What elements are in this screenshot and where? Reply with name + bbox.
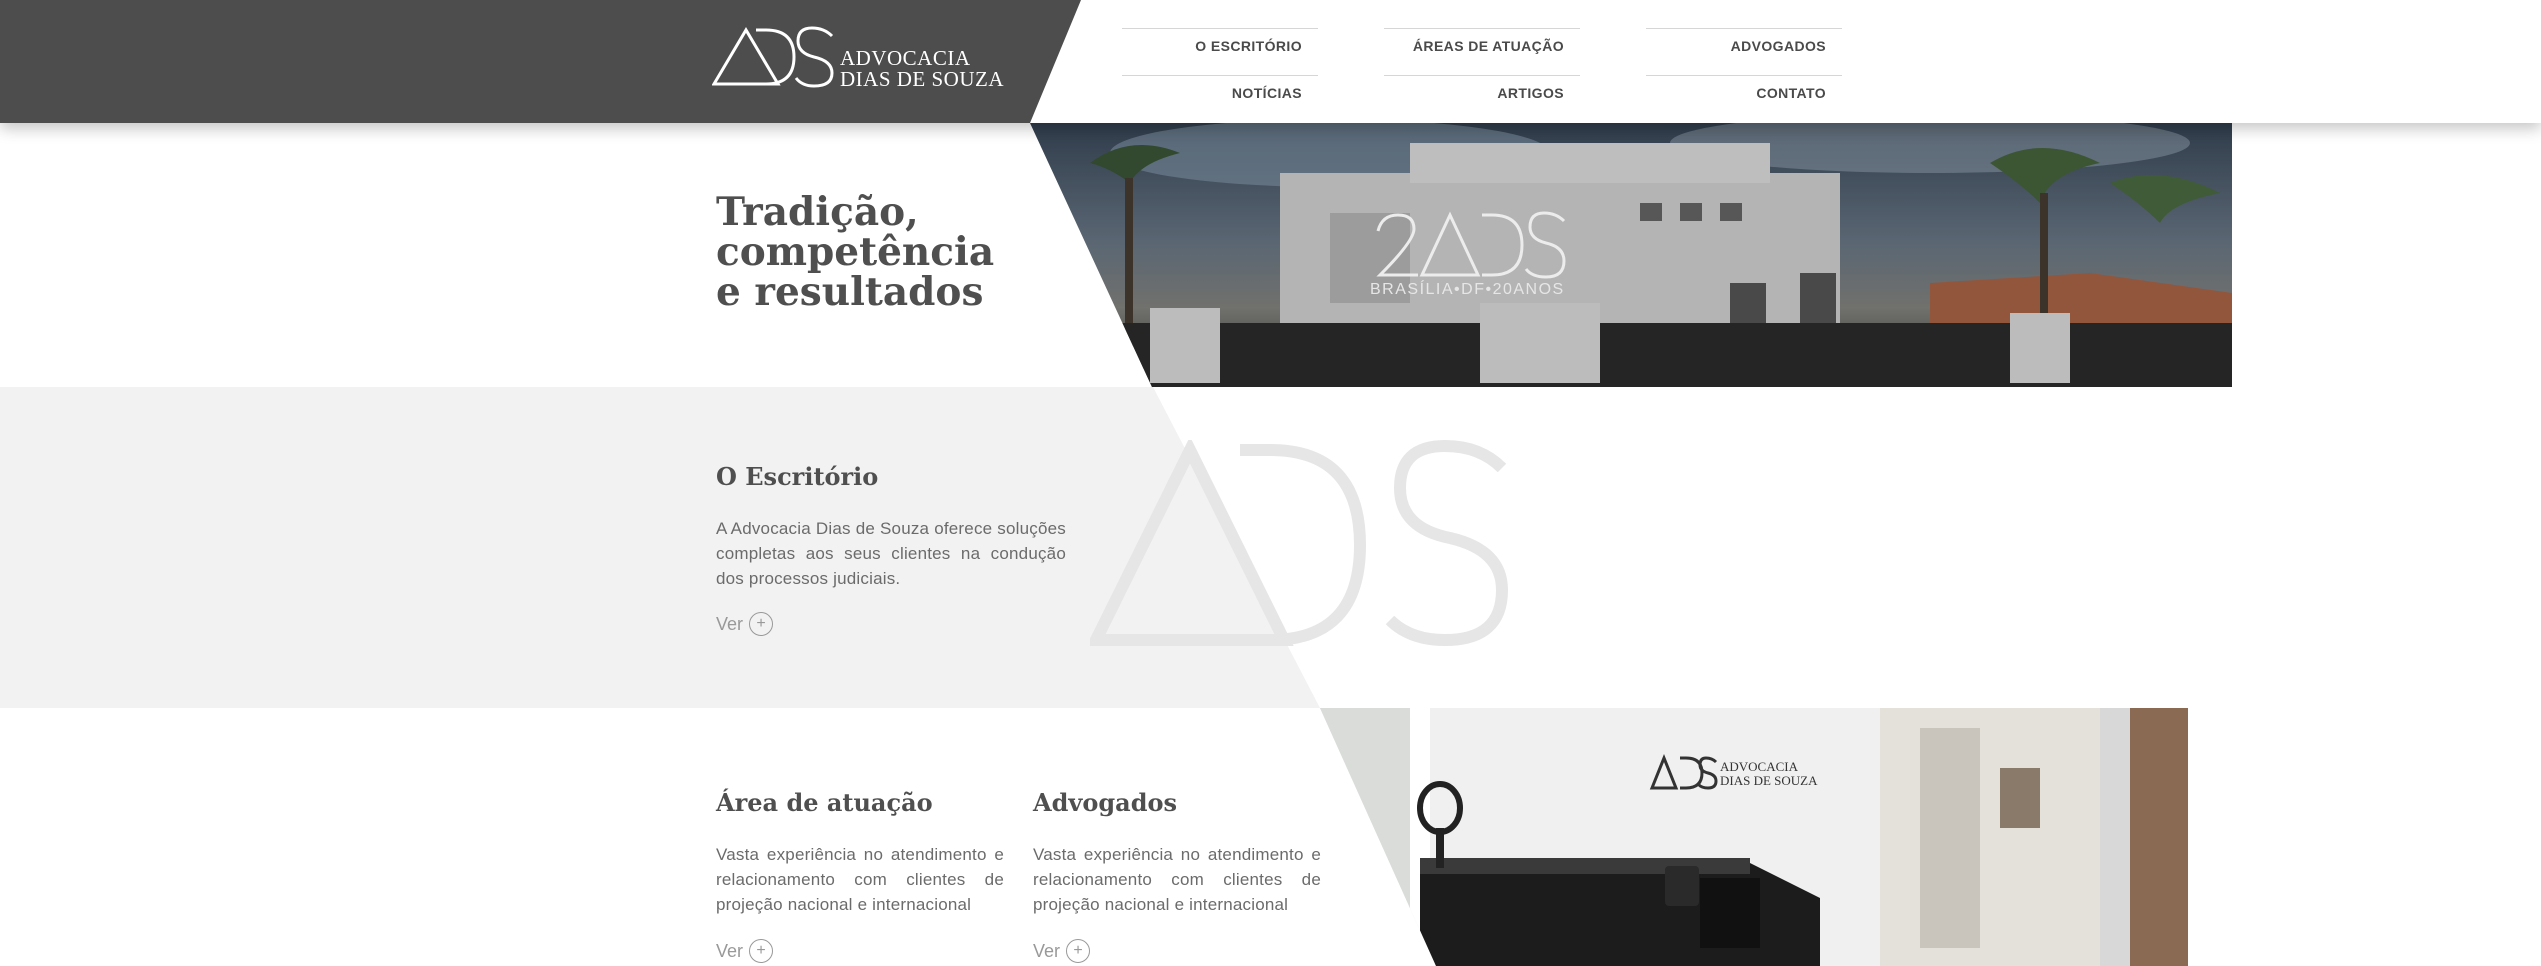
plus-circle-icon: + [1066, 939, 1091, 963]
reception-illustration [1320, 708, 2188, 966]
hero-title-line-1: Tradição, [716, 189, 919, 235]
advogados-text: Vasta experiência no atendimento e relac… [1033, 845, 1321, 914]
nav-o-escritorio[interactable]: O ESCRITÓRIO [1122, 28, 1318, 72]
escritorio-title: O Escritório [716, 462, 879, 491]
areas-ver-label: Ver [716, 940, 744, 961]
escritorio-ver-label: Ver [716, 613, 744, 634]
advogados-ver-link[interactable]: Ver + [1033, 939, 1091, 963]
escritorio-ver-link[interactable]: Ver + [716, 612, 774, 636]
nav-noticias[interactable]: NOTÍCIAS [1122, 75, 1318, 119]
hero-title-line-2: competência [716, 229, 995, 275]
hero-title-line-3: e resultados [716, 269, 984, 315]
nav-contato[interactable]: CONTATO [1646, 75, 1842, 119]
areas-title: Área de atuação [716, 788, 933, 817]
logo-text: ADVOCACIA DIAS DE SOUZA [840, 48, 1004, 90]
escritorio-text: A Advocacia Dias de Souza oferece soluçõ… [716, 519, 1066, 588]
reception-sign-line-2: DIAS DE SOUZA [1720, 773, 1818, 788]
logo-line-1: ADVOCACIA [840, 46, 971, 70]
site-header: ADVOCACIA DIAS DE SOUZA O ESCRITÓRIO ÁRE… [0, 0, 2541, 123]
plus-circle-icon: + [749, 612, 774, 636]
advogados-ver-label: Ver [1033, 940, 1061, 961]
logo-line-2: DIAS DE SOUZA [840, 67, 1004, 91]
site-logo[interactable]: ADVOCACIA DIAS DE SOUZA [712, 26, 1004, 96]
reception-sign-text: ADVOCACIA DIAS DE SOUZA [1720, 760, 1818, 788]
ads-watermark-logo [1090, 440, 1509, 646]
building-illustration [1030, 123, 2232, 387]
hero-badge-subtitle: BRASÍLIA•DF•20ANOS [1370, 281, 1565, 298]
nav-artigos[interactable]: ARTIGOS [1384, 75, 1580, 119]
ads-logo-mark [712, 26, 834, 88]
hero-building-photo: BRASÍLIA•DF•20ANOS [1030, 123, 2232, 387]
advogados-title: Advogados [1033, 788, 1177, 817]
reception-sign-line-1: ADVOCACIA [1720, 759, 1798, 774]
areas-ver-link[interactable]: Ver + [716, 939, 774, 963]
nav-areas-de-atuacao[interactable]: ÁREAS DE ATUAÇÃO [1384, 28, 1580, 72]
hero-title: Tradição, competência e resultados [716, 192, 994, 312]
reception-photo: ADVOCACIA DIAS DE SOUZA [1320, 708, 2188, 966]
plus-circle-icon: + [749, 939, 774, 963]
areas-text: Vasta experiência no atendimento e relac… [716, 845, 1004, 914]
main-nav: O ESCRITÓRIO ÁREAS DE ATUAÇÃO ADVOGADOS … [1122, 0, 1842, 123]
nav-advogados[interactable]: ADVOGADOS [1646, 28, 1842, 72]
